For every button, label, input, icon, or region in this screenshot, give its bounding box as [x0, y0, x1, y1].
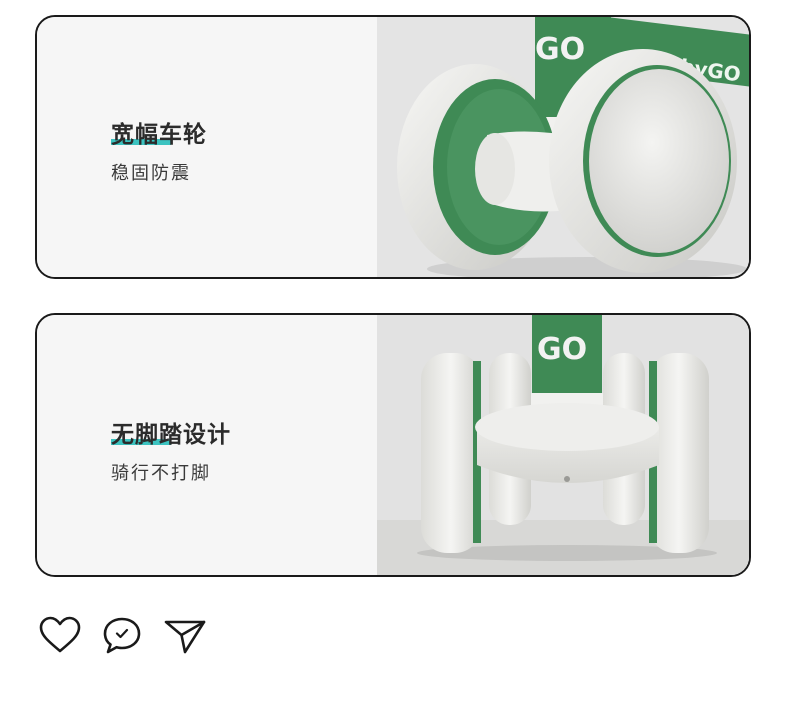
feature-title: 无脚踏设计 — [111, 422, 231, 448]
title-wrap: 无脚踏设计 — [111, 415, 231, 449]
like-button[interactable] — [38, 614, 82, 658]
share-button[interactable] — [163, 614, 207, 658]
product-photo-front-view: GO — [377, 315, 749, 575]
comment-button[interactable] — [100, 614, 144, 658]
send-icon — [164, 620, 206, 654]
bike-wheels-illustration: BabyGO GO — [377, 17, 749, 277]
feature-card-wide-wheels: 宽幅车轮 稳固防震 BabyGO GO — [35, 15, 751, 279]
card-text-panel: 无脚踏设计 骑行不打脚 — [37, 315, 377, 575]
card-text-panel: 宽幅车轮 稳固防震 — [37, 17, 377, 277]
feature-card-no-pedals: 无脚踏设计 骑行不打脚 GO — [35, 313, 751, 577]
title-wrap: 宽幅车轮 — [111, 115, 207, 149]
product-photo-wheels: BabyGO GO — [377, 17, 749, 277]
stem-logo: GO — [535, 32, 585, 67]
feature-title: 宽幅车轮 — [111, 122, 207, 148]
feature-subtitle: 骑行不打脚 — [111, 463, 211, 484]
bike-front-illustration: GO — [377, 315, 749, 575]
feature-subtitle: 稳固防震 — [111, 163, 191, 184]
heart-icon — [39, 616, 81, 653]
stem-logo: GO — [537, 332, 587, 367]
comment-icon — [103, 617, 141, 654]
